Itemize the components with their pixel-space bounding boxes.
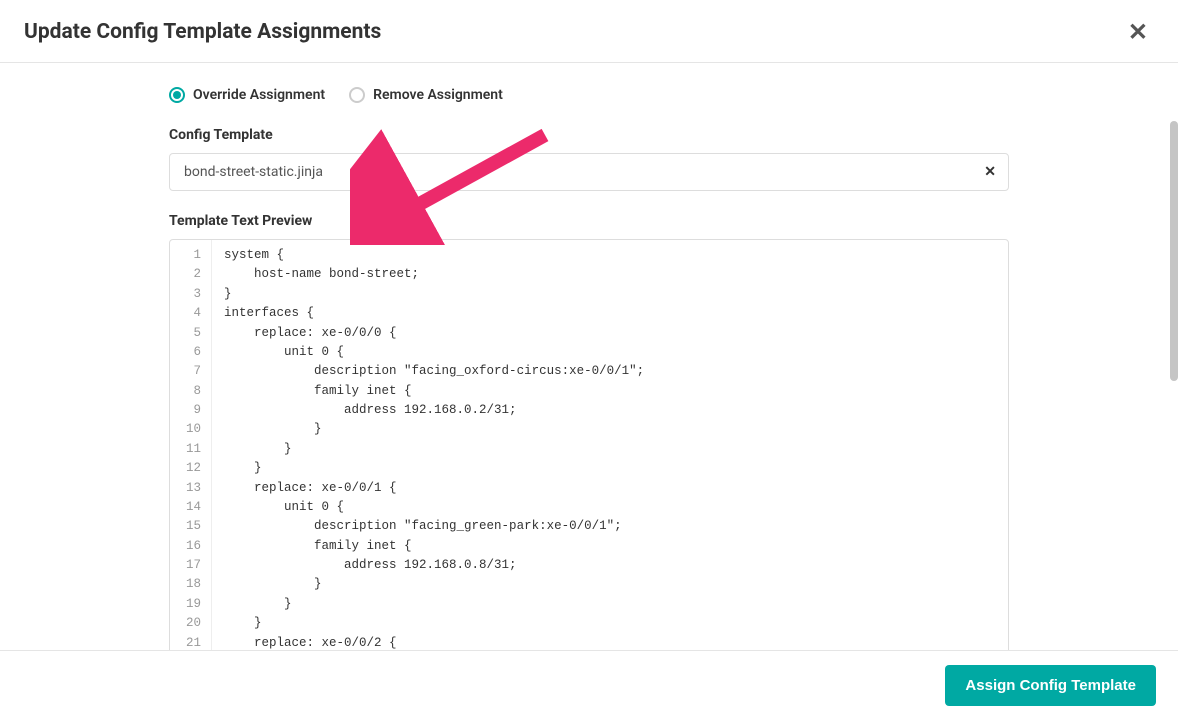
modal-header: Update Config Template Assignments ✕ bbox=[0, 0, 1178, 63]
modal-footer: Assign Config Template bbox=[0, 650, 1178, 720]
config-template-value: bond-street-static.jinja bbox=[184, 164, 323, 180]
modal-body: Override Assignment Remove Assignment Co… bbox=[0, 63, 1178, 650]
radio-label: Override Assignment bbox=[193, 87, 325, 103]
config-template-label: Config Template bbox=[169, 127, 1009, 143]
assignment-mode-radios: Override Assignment Remove Assignment bbox=[169, 87, 1009, 103]
radio-override-assignment[interactable]: Override Assignment bbox=[169, 87, 325, 103]
template-preview: 1234567891011121314151617181920212223242… bbox=[169, 239, 1009, 650]
config-template-select[interactable]: bond-street-static.jinja ✕ bbox=[169, 153, 1009, 191]
code-content: system { host-name bond-street;}interfac… bbox=[212, 240, 1008, 650]
line-number-gutter: 1234567891011121314151617181920212223242… bbox=[170, 240, 212, 650]
radio-icon bbox=[349, 87, 365, 103]
close-icon[interactable]: ✕ bbox=[1122, 18, 1154, 46]
radio-icon bbox=[169, 87, 185, 103]
modal-title: Update Config Template Assignments bbox=[24, 20, 381, 44]
scrollbar[interactable] bbox=[1170, 121, 1178, 381]
radio-remove-assignment[interactable]: Remove Assignment bbox=[349, 87, 503, 103]
clear-icon[interactable]: ✕ bbox=[984, 164, 996, 180]
template-preview-label: Template Text Preview bbox=[169, 213, 1009, 229]
assign-config-template-button[interactable]: Assign Config Template bbox=[945, 665, 1156, 706]
radio-label: Remove Assignment bbox=[373, 87, 503, 103]
